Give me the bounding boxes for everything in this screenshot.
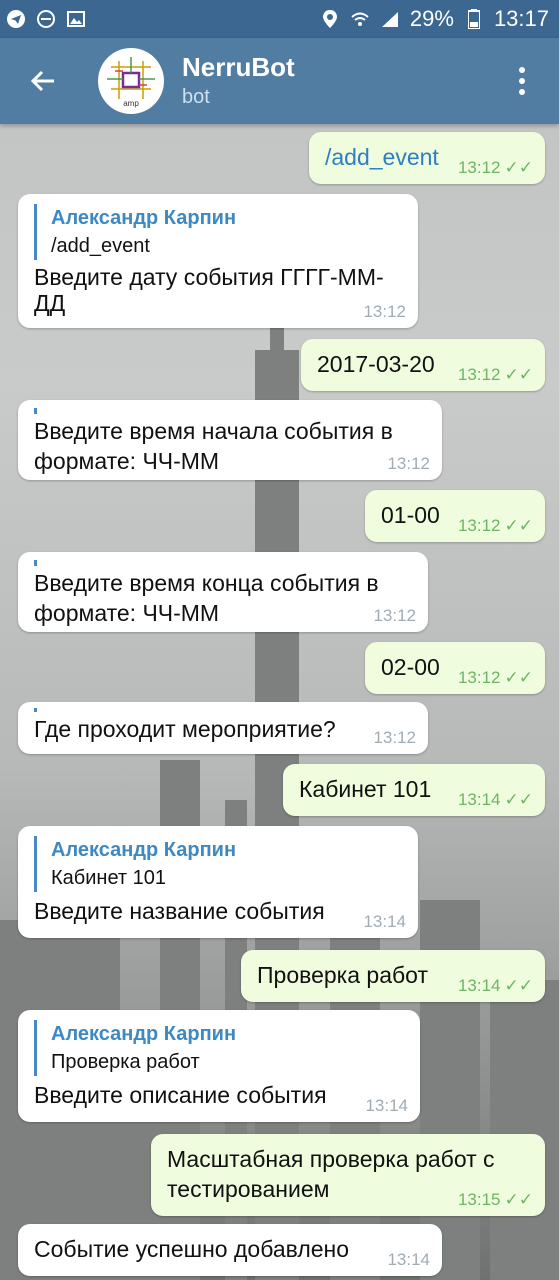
message-time: 13:12 bbox=[373, 728, 416, 747]
menu-dot-icon bbox=[519, 78, 525, 84]
double-check-icon: ✓✓ bbox=[504, 365, 534, 384]
message-bubble-in[interactable]: Событие успешно добавлено 13:14 bbox=[18, 1224, 442, 1276]
double-check-icon: ✓✓ bbox=[504, 1190, 534, 1209]
avatar[interactable]: amp bbox=[98, 48, 164, 114]
reply-author: Александр Карпин bbox=[51, 839, 237, 861]
avatar-label: amp bbox=[123, 99, 139, 108]
double-check-icon: ✓✓ bbox=[504, 516, 534, 535]
message-time: 13:12 bbox=[373, 606, 416, 625]
message-time: 13:14 bbox=[387, 1250, 430, 1269]
menu-dot-icon bbox=[519, 67, 525, 73]
battery-icon bbox=[464, 9, 484, 29]
chat-info[interactable]: NerruBot bot bbox=[182, 52, 295, 110]
double-check-icon: ✓✓ bbox=[504, 790, 534, 809]
message-text: Введите дату события ГГГГ-ММ- ДД bbox=[34, 264, 384, 316]
double-check-icon: ✓✓ bbox=[504, 158, 534, 177]
message-bubble-out[interactable]: Проверка работ 13:14 ✓✓ bbox=[241, 950, 545, 1002]
message-time: 13:15 bbox=[457, 1190, 501, 1209]
reply-author: Александр Карпин bbox=[51, 1023, 237, 1045]
message-time: 13:14 bbox=[457, 976, 501, 995]
reply-author: Александр Карпин bbox=[51, 207, 237, 229]
message-time: 13:14 bbox=[457, 790, 501, 809]
reply-text: Кабинет 101 bbox=[51, 867, 166, 889]
reply-text: Проверка работ bbox=[51, 1051, 200, 1073]
message-list[interactable]: /add_event 13:12 ✓✓ Александр Карпин /add… bbox=[0, 124, 559, 1280]
message-text: Где проходит мероприятие? bbox=[34, 716, 336, 742]
clock: 13:17 bbox=[493, 6, 549, 31]
chat-title: NerruBot bbox=[182, 52, 295, 82]
message-bubble-in[interactable]: Александр Карпин Кабинет 101 Введите наз… bbox=[18, 826, 418, 938]
chat-header: amp NerruBot bot bbox=[0, 38, 559, 124]
image-icon bbox=[66, 9, 86, 29]
message-bubble-out[interactable]: 2017-03-20 13:12 ✓✓ bbox=[301, 339, 545, 391]
message-text: Введите время конца события в формате: Ч… bbox=[34, 570, 379, 626]
message-bubble-out[interactable]: Кабинет 101 13:14 ✓✓ bbox=[283, 764, 545, 816]
more-options-button[interactable] bbox=[507, 56, 537, 106]
message-bubble-out[interactable]: /add_event 13:12 ✓✓ bbox=[309, 132, 545, 184]
reply-quote[interactable]: Александр Карпин Проверка работ bbox=[34, 1020, 404, 1076]
message-bubble-in[interactable]: Введите время конца события в формате: Ч… bbox=[18, 552, 428, 632]
message-bubble-in[interactable]: Александр Карпин /add_event Введите дату… bbox=[18, 194, 418, 328]
battery-percent: 29% bbox=[409, 6, 454, 31]
message-time: 13:12 bbox=[387, 454, 430, 473]
chat-subtitle: bot bbox=[182, 86, 210, 108]
message-time: 13:12 bbox=[457, 668, 501, 687]
signal-icon bbox=[380, 9, 400, 29]
menu-dot-icon bbox=[519, 89, 525, 95]
status-bar: 29% 13:17 bbox=[0, 0, 559, 38]
double-check-icon: ✓✓ bbox=[504, 976, 534, 995]
message-bubble-out[interactable]: 01-00 13:12 ✓✓ bbox=[365, 490, 545, 542]
message-time: 13:12 bbox=[457, 158, 501, 177]
reply-quote[interactable]: Александр Карпин Кабинет 101 bbox=[34, 836, 402, 892]
reply-quote[interactable]: Александр Карпин /add_event bbox=[34, 204, 402, 260]
message-bubble-in[interactable]: Введите время начала события в формате: … bbox=[18, 400, 442, 480]
reply-stub bbox=[34, 560, 412, 566]
message-bubble-out[interactable]: 02-00 13:12 ✓✓ bbox=[365, 642, 545, 694]
message-time: 13:14 bbox=[363, 912, 406, 931]
message-time: 13:14 bbox=[365, 1096, 408, 1115]
reply-stub bbox=[34, 708, 412, 712]
message-time: 13:12 bbox=[457, 365, 501, 384]
message-time: 13:12 bbox=[363, 302, 406, 321]
message-text: Событие успешно добавлено bbox=[34, 1236, 350, 1262]
location-icon bbox=[320, 9, 340, 29]
message-bubble-out[interactable]: Масштабная проверка работ с тестирование… bbox=[151, 1134, 545, 1216]
do-not-disturb-icon bbox=[36, 9, 56, 29]
message-bubble-in[interactable]: Где проходит мероприятие? 13:12 bbox=[18, 702, 428, 754]
reply-text: /add_event bbox=[51, 235, 150, 257]
wifi-icon bbox=[350, 9, 370, 29]
telegram-icon bbox=[6, 9, 26, 29]
back-button[interactable] bbox=[16, 54, 70, 108]
message-time: 13:12 bbox=[457, 516, 501, 535]
message-text: Введите описание события bbox=[34, 1082, 327, 1108]
message-bubble-in[interactable]: Александр Карпин Проверка работ Введите … bbox=[18, 1010, 420, 1122]
bot-logo-icon: amp bbox=[107, 57, 155, 108]
double-check-icon: ✓✓ bbox=[504, 668, 534, 687]
arrow-left-icon bbox=[30, 70, 54, 92]
message-text: Введите название события bbox=[34, 898, 325, 924]
reply-stub bbox=[34, 408, 426, 414]
message-text: Введите время начала события в формате: … bbox=[34, 418, 393, 474]
